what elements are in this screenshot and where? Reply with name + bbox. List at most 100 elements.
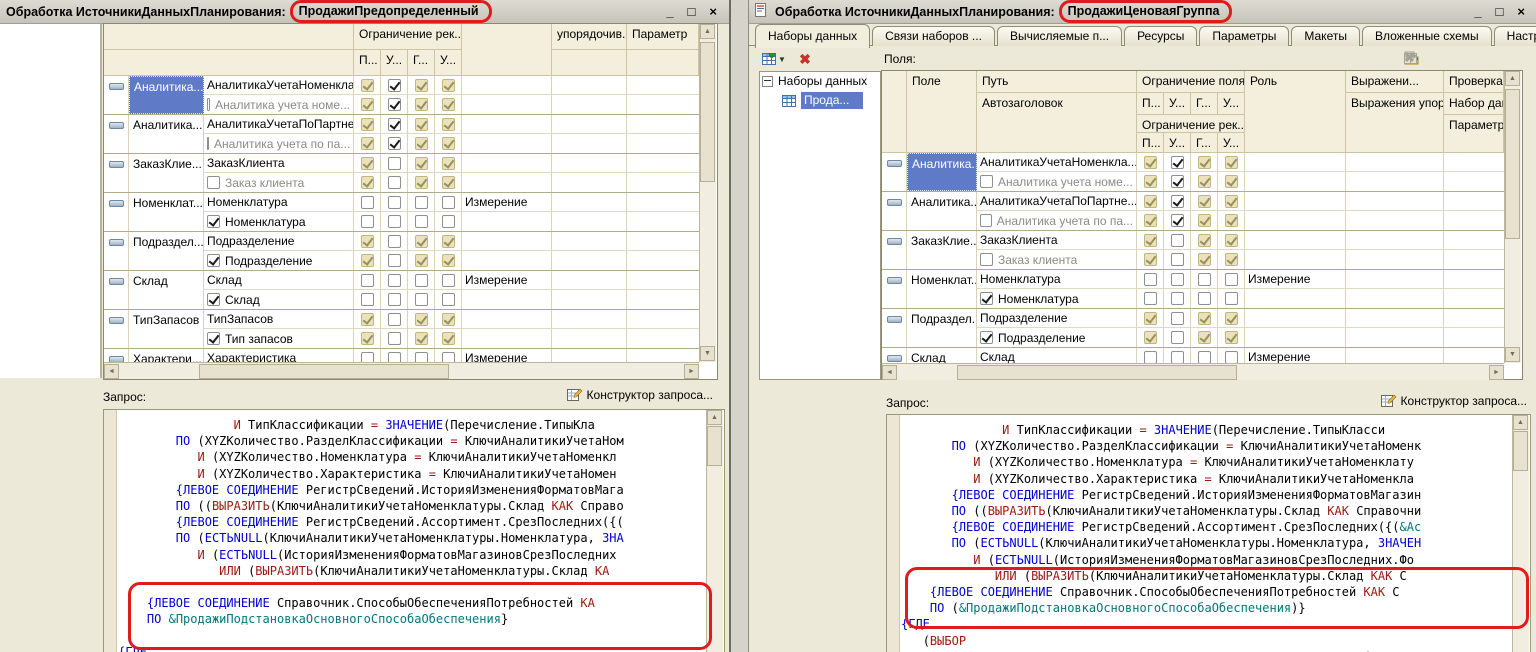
autoheader-cell[interactable]: Подразделение: [977, 328, 1137, 347]
close-button[interactable]: ×: [709, 7, 717, 17]
restriction-check-cell[interactable]: [354, 173, 381, 192]
expression-cell[interactable]: [1346, 153, 1444, 172]
row-handle[interactable]: [104, 310, 129, 348]
path-cell[interactable]: Подразделение: [204, 232, 354, 251]
restriction-check-cell[interactable]: [1191, 250, 1218, 269]
table-row-group[interactable]: Аналитика...АналитикаУчетаНоменкла...Ана…: [104, 76, 699, 115]
restriction-check-cell[interactable]: [408, 76, 435, 95]
checkbox-autoheader[interactable]: [207, 98, 210, 111]
checkbox-sub-restriction-0[interactable]: [361, 176, 374, 189]
restriction-check-cell[interactable]: [1191, 211, 1218, 230]
field-sub-row[interactable]: Аналитика учета по па...: [977, 211, 1504, 230]
hierarchy-cell[interactable]: [627, 193, 699, 212]
add-dataset-button[interactable]: ▼: [761, 50, 787, 68]
checkbox-sub-restriction-3[interactable]: [1225, 292, 1238, 305]
checkbox-restriction-1[interactable]: [1171, 234, 1184, 247]
checkbox-sub-restriction-2[interactable]: [1198, 331, 1211, 344]
row-grip-icon[interactable]: [109, 278, 124, 285]
checkbox-sub-restriction-2[interactable]: [415, 254, 428, 267]
row-handle[interactable]: [104, 193, 129, 231]
path-cell[interactable]: АналитикаУчетаПоПартне...: [204, 115, 354, 134]
checkbox-restriction-2[interactable]: [415, 235, 428, 248]
path-cell[interactable]: Склад: [204, 271, 354, 290]
field-sub-row[interactable]: Аналитика учета номе...: [204, 95, 699, 114]
restriction-check-cell[interactable]: [1164, 250, 1191, 269]
checkbox-sub-restriction-2[interactable]: [415, 176, 428, 189]
row-grip-icon[interactable]: [887, 238, 902, 245]
expression-cell[interactable]: [1346, 309, 1444, 328]
restriction-check-cell[interactable]: [1137, 231, 1164, 250]
restriction-check-cell[interactable]: [435, 271, 462, 290]
checkbox-restriction-3[interactable]: [442, 196, 455, 209]
restriction-check-cell[interactable]: [408, 115, 435, 134]
restriction-check-cell[interactable]: [354, 134, 381, 153]
field-main-row[interactable]: ЗаказКлиента: [204, 154, 699, 173]
expression-cell[interactable]: [1346, 231, 1444, 250]
checkbox-restriction-3[interactable]: [1225, 234, 1238, 247]
restriction-check-cell[interactable]: [435, 193, 462, 212]
restriction-check-cell[interactable]: [435, 349, 462, 362]
checkbox-sub-restriction-3[interactable]: [442, 137, 455, 150]
restriction-check-cell[interactable]: [1164, 192, 1191, 211]
hierarchy-cell[interactable]: [627, 232, 699, 251]
checkbox-restriction-1[interactable]: [388, 196, 401, 209]
table-row-group[interactable]: ЗаказКлие...ЗаказКлиентаЗаказ клиента: [104, 154, 699, 193]
field-name-cell[interactable]: Подраздел...: [907, 309, 977, 347]
expression-cell[interactable]: [1346, 348, 1444, 363]
restriction-check-cell[interactable]: [435, 310, 462, 329]
restriction-check-cell[interactable]: [435, 290, 462, 309]
field-name-cell[interactable]: ТипЗапасов: [129, 310, 204, 348]
checkbox-sub-restriction-1[interactable]: [1171, 331, 1184, 344]
query-text-area[interactable]: И ТипКлассификации = ЗНАЧЕНИЕ(Перечислен…: [886, 414, 1531, 652]
path-cell[interactable]: Подразделение: [977, 309, 1137, 328]
checkbox-restriction-2[interactable]: [415, 196, 428, 209]
hierarchy-cell[interactable]: [1444, 348, 1504, 363]
field-name-cell[interactable]: Склад: [129, 271, 204, 309]
table-row-group[interactable]: Характери...ХарактеристикаИзмерениеХарак…: [104, 349, 699, 362]
checkbox-restriction-3[interactable]: [442, 118, 455, 131]
hierarchy-cell[interactable]: [1444, 231, 1504, 250]
checkbox-sub-restriction-0[interactable]: [361, 293, 374, 306]
restriction-check-cell[interactable]: [1137, 328, 1164, 347]
role-cell[interactable]: Измерение: [1245, 270, 1346, 289]
restriction-check-cell[interactable]: [1191, 153, 1218, 172]
checkbox-sub-restriction-0[interactable]: [1144, 292, 1157, 305]
table-row-group[interactable]: Номенклат...НоменклатураИзмерениеНоменкл…: [882, 270, 1504, 309]
expression-cell[interactable]: [552, 76, 627, 95]
checkbox-sub-restriction-0[interactable]: [361, 254, 374, 267]
field-sub-row[interactable]: Подразделение: [204, 251, 699, 270]
expression-cell[interactable]: [552, 154, 627, 173]
scroll-thumb[interactable]: [707, 426, 722, 466]
restriction-check-cell[interactable]: [408, 212, 435, 231]
field-sub-row[interactable]: Аналитика учета номе...: [977, 172, 1504, 191]
checkbox-restriction-2[interactable]: [415, 274, 428, 287]
table-row-group[interactable]: СкладСкладИзмерение: [882, 348, 1504, 363]
table-row-group[interactable]: СкладСкладИзмерениеСклад: [104, 271, 699, 310]
table-row-group[interactable]: Аналитика...АналитикаУчетаПоПартне...Ана…: [104, 115, 699, 154]
restriction-check-cell[interactable]: [408, 134, 435, 153]
restriction-check-cell[interactable]: [408, 290, 435, 309]
hierarchy-cell[interactable]: [1444, 153, 1504, 172]
table-row-group[interactable]: ЗаказКлие...ЗаказКлиентаЗаказ клиента: [882, 231, 1504, 270]
hierarchy-cell[interactable]: [1444, 192, 1504, 211]
restriction-check-cell[interactable]: [1137, 289, 1164, 308]
horizontal-scrollbar[interactable]: ◄►: [882, 363, 1504, 380]
checkbox-restriction-2[interactable]: [1198, 195, 1211, 208]
tab-4[interactable]: Ресурсы: [1124, 26, 1197, 46]
checkbox-restriction-3[interactable]: [442, 235, 455, 248]
scroll-up-button[interactable]: ▲: [707, 410, 722, 425]
checkbox-sub-restriction-1[interactable]: [388, 98, 401, 111]
restriction-check-cell[interactable]: [1218, 289, 1245, 308]
path-cell[interactable]: АналитикаУчетаНоменкла...: [204, 76, 354, 95]
restriction-check-cell[interactable]: [381, 329, 408, 348]
restriction-check-cell[interactable]: [1191, 328, 1218, 347]
restriction-check-cell[interactable]: [1137, 309, 1164, 328]
restriction-check-cell[interactable]: [381, 251, 408, 270]
restriction-check-cell[interactable]: [1164, 348, 1191, 363]
checkbox-restriction-3[interactable]: [1225, 195, 1238, 208]
hierarchy-cell[interactable]: [627, 310, 699, 329]
restriction-check-cell[interactable]: [354, 76, 381, 95]
autoheader-cell[interactable]: Аналитика учета по па...: [977, 211, 1137, 230]
checkbox-restriction-1[interactable]: [388, 274, 401, 287]
checkbox-sub-restriction-1[interactable]: [388, 215, 401, 228]
